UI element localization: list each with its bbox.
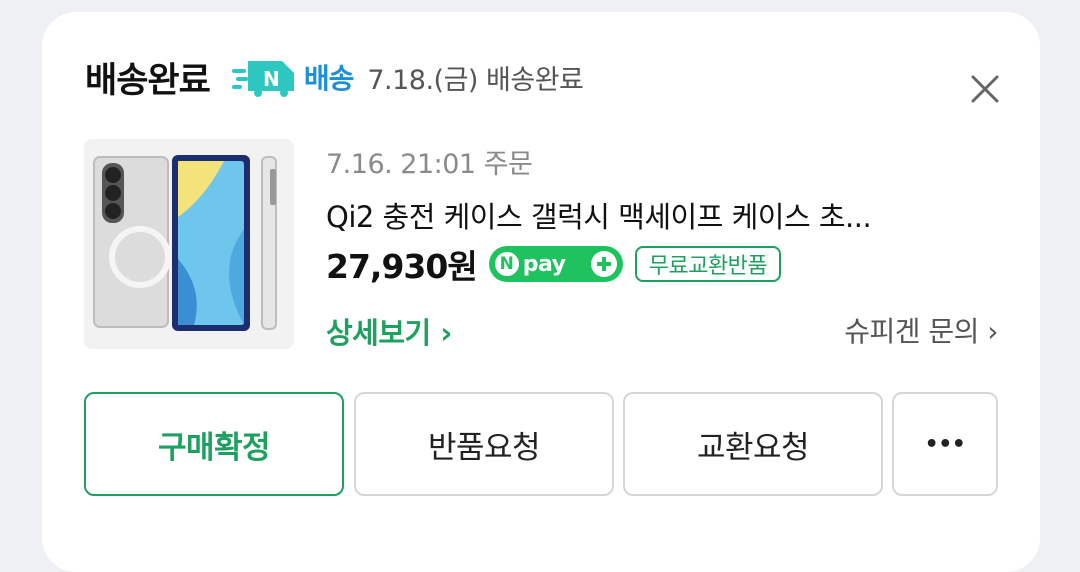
free-exchange-badge: 무료교환반품 xyxy=(634,246,782,282)
seller-inquiry-link[interactable]: 슈피겐 문의 › xyxy=(844,310,998,350)
exchange-request-button[interactable]: 교환요청 xyxy=(623,392,883,496)
delivery-badge-label: 배송 xyxy=(303,62,355,95)
delivery-truck-icon: N xyxy=(231,57,300,97)
purchase-confirm-button[interactable]: 구매확정 xyxy=(84,392,344,496)
close-button[interactable] xyxy=(968,72,1002,106)
delivery-date: 7.18.(금) 배송완료 xyxy=(367,64,584,96)
delivery-status-title: 배송완료 xyxy=(85,60,211,101)
npay-plus-badge: N pay xyxy=(488,246,623,282)
price-row: 27,930원 N pay 무료교환반품 xyxy=(326,240,782,288)
more-options-button[interactable]: ••• xyxy=(892,392,998,496)
plus-icon xyxy=(590,251,617,277)
npay-label: pay xyxy=(522,251,566,277)
close-icon xyxy=(971,75,999,103)
product-price: 27,930원 xyxy=(326,247,478,286)
npay-n-icon: N xyxy=(494,252,519,276)
product-name[interactable]: Qi2 충전 케이스 갤럭시 맥세이프 케이스 초... xyxy=(326,194,986,236)
order-date: 7.16. 21:01 주문 xyxy=(326,149,533,180)
order-card: 배송완료 N 배송 7.18.(금) 배송완료 7.16. 21:01 주문 Q… xyxy=(42,12,1040,572)
svg-text:N: N xyxy=(263,67,280,91)
detail-link[interactable]: 상세보기 › xyxy=(326,310,452,352)
product-thumbnail[interactable] xyxy=(84,139,294,349)
order-header: 배송완료 N 배송 7.18.(금) 배송완료 xyxy=(85,52,584,102)
phone-case-image xyxy=(93,155,277,331)
return-request-button[interactable]: 반품요청 xyxy=(354,392,614,496)
